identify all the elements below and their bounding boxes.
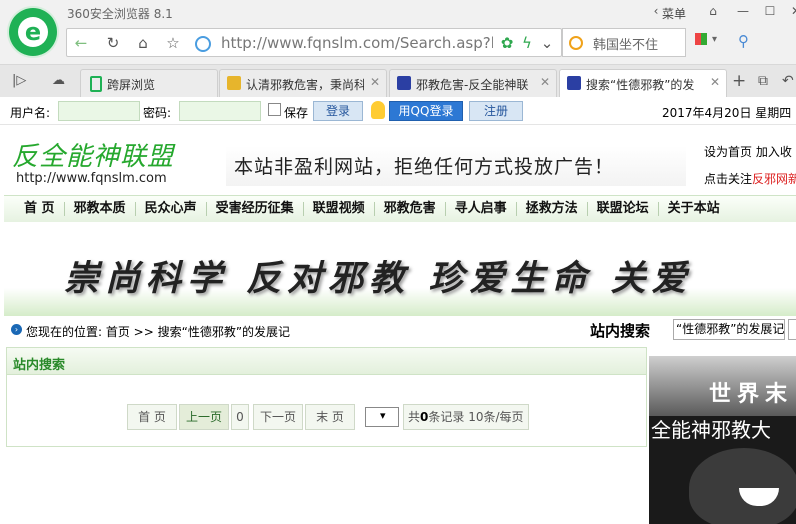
apps-chevron-icon[interactable]: ▾: [712, 34, 717, 45]
nav-public-voice[interactable]: 民众心声: [136, 202, 207, 216]
current-page-number: 0: [231, 404, 249, 430]
tab-close-icon[interactable]: ✕: [710, 75, 720, 89]
login-button[interactable]: 登录: [313, 101, 363, 121]
nav-forum[interactable]: 联盟论坛: [588, 202, 659, 216]
tab-close-icon[interactable]: ✕: [370, 75, 380, 89]
username-label: 用户名:: [10, 106, 51, 120]
new-tab-plus-icon[interactable]: +: [732, 71, 746, 91]
tab-phone-icon: [90, 76, 102, 92]
tab-favicon-icon: [397, 76, 411, 90]
first-page-button[interactable]: 首 页: [127, 404, 177, 430]
qq-penguin-icon[interactable]: [371, 101, 385, 119]
main-nav: 首 页 邪教本质 民众心声 受害经历征集 联盟视频 邪教危害 寻人启事 拯救方法…: [4, 195, 796, 223]
header-banner: 本站非盈利网站，拒绝任何方式投放广告！: [226, 146, 686, 186]
site-security-icon: [195, 36, 211, 52]
username-field[interactable]: [58, 101, 140, 121]
favorite-star-icon[interactable]: ☆: [159, 29, 187, 56]
refresh-icon[interactable]: ↻: [99, 29, 127, 56]
menu-button[interactable]: 菜单: [662, 5, 686, 22]
address-bar[interactable]: ← ↻ ⌂ ☆ http://www.fqnslm.com/Search.asp…: [66, 28, 562, 57]
url-input[interactable]: http://www.fqnslm.com/Search.asp?k: [221, 34, 493, 52]
app-title: 360安全浏览器 8.1: [67, 7, 173, 21]
tab-page-3-active[interactable]: 搜索“性德邪教”的发 ✕: [559, 69, 727, 97]
tab-label: 邪教危害-反全能神联: [416, 78, 529, 92]
site-url: http://www.fqnslm.com: [16, 171, 167, 186]
site-search-label: 站内搜索: [590, 322, 651, 340]
last-page-button[interactable]: 末 页: [305, 404, 355, 430]
follow-link-red[interactable]: 反邪网新: [752, 172, 796, 186]
close-icon[interactable]: ✕: [783, 2, 796, 20]
back-icon[interactable]: ←: [67, 29, 95, 56]
search-results-panel: 站内搜索 首 页 上一页 0 下一页 末 页 ▾ 共0条记录 10条/每页: [6, 347, 647, 447]
ad-title: 世界末: [709, 382, 794, 407]
save-checkbox[interactable]: [268, 103, 281, 116]
next-page-button[interactable]: 下一页: [253, 404, 303, 430]
tab-list-icon[interactable]: ⧉: [758, 73, 768, 89]
tab-bar: |▷ ☁ 跨屏浏览 认清邪教危害，秉尚科 ✕ 邪教危害-反全能神联 ✕ 搜索“性…: [0, 64, 796, 97]
chevron-down-icon: ▾: [380, 409, 386, 422]
tab-favicon-icon: [567, 76, 581, 90]
breadcrumb: 您现在的位置: 首页 >> 搜索“性德邪教”的发展记: [26, 325, 291, 339]
register-button[interactable]: 注册: [469, 101, 523, 121]
chevron-down-icon[interactable]: ⌄: [533, 29, 561, 56]
home-icon[interactable]: ⌂: [129, 29, 157, 56]
slogan-banner: 崇尚科学 反对邪教 珍爱生命 关爱: [4, 222, 796, 316]
location-arrow-icon: ›: [11, 324, 22, 335]
tab-cross-screen[interactable]: 跨屏浏览: [80, 69, 218, 97]
search-engine-icon[interactable]: [569, 36, 583, 50]
nav-cult-nature[interactable]: 邪教本质: [65, 202, 136, 216]
qq-login-button[interactable]: 用QQ登录: [389, 101, 463, 121]
search-input[interactable]: 韩国坐不住: [593, 34, 683, 53]
search-magnifier-icon[interactable]: ⚲: [738, 32, 749, 50]
banner-text: 本站非盈利网站，拒绝任何方式投放广告！: [234, 156, 615, 178]
tab-close-icon[interactable]: ✕: [540, 75, 550, 89]
nav-home[interactable]: 首 页: [4, 202, 65, 216]
record-info: 共0条记录 10条/每页: [403, 404, 529, 430]
panel-header: 站内搜索: [7, 348, 646, 375]
ad-monster-mouth: [739, 488, 779, 506]
sidebar-toggle-icon[interactable]: |▷: [12, 73, 26, 88]
maximize-icon[interactable]: ☐: [757, 2, 783, 20]
login-bar: 用户名: 密码: 保存 登录 用QQ登录 注册 2017年4月20日 星期四: [0, 97, 796, 125]
save-label: 保存: [284, 106, 309, 120]
cloud-icon[interactable]: ☁: [52, 73, 65, 88]
browser-chrome: e 360安全浏览器 8.1 ‹ 菜单 ⌂ — ☐ ✕ ← ↻ ⌂ ☆ http…: [0, 0, 796, 97]
slogan-text: 崇尚科学 反对邪教 珍爱生命 关爱: [64, 258, 693, 299]
page-select[interactable]: ▾: [365, 407, 399, 427]
restore-tab-icon[interactable]: ↶: [782, 73, 794, 89]
apps-grid-icon[interactable]: [695, 33, 707, 45]
password-field[interactable]: [179, 101, 261, 121]
tab-page-2[interactable]: 邪教危害-反全能神联 ✕: [389, 69, 557, 97]
site-search-input[interactable]: “性德邪教”的发展记: [673, 319, 785, 340]
ad-monster-figure: [689, 448, 796, 524]
side-ad-image[interactable]: 世界末 全能神邪教大: [649, 356, 796, 524]
tab-favicon-icon: [227, 76, 241, 90]
ad-subtitle: 全能神邪教大: [651, 418, 771, 442]
record-info-prefix: 共: [408, 410, 421, 424]
nav-rescue-methods[interactable]: 拯救方法: [517, 202, 588, 216]
nav-victim-stories[interactable]: 受害经历征集: [207, 202, 304, 216]
top-links[interactable]: 设为首页 加入收: [704, 143, 792, 160]
password-label: 密码:: [143, 106, 172, 120]
current-date: 2017年4月20日 星期四: [662, 106, 792, 120]
site-search-button[interactable]: [788, 319, 796, 340]
skin-icon[interactable]: ⌂: [700, 2, 726, 20]
follow-prefix: 点击关注: [704, 172, 753, 186]
nav-about[interactable]: 关于本站: [659, 202, 729, 216]
search-box[interactable]: 韩国坐不住: [562, 28, 686, 57]
nav-video[interactable]: 联盟视频: [304, 202, 375, 216]
record-info-suffix: 条记录 10条/每页: [428, 410, 524, 424]
tab-label: 认清邪教危害，秉尚科: [246, 78, 364, 92]
site-logo[interactable]: 反全能神联盟: [12, 136, 174, 173]
tab-label: 搜索“性德邪教”的发: [586, 78, 695, 92]
follow-link[interactable]: 点击关注反邪网新: [704, 170, 796, 187]
nav-cult-harm[interactable]: 邪教危害: [375, 202, 446, 216]
browser-logo-icon[interactable]: e: [9, 8, 57, 56]
tab-page-1[interactable]: 认清邪教危害，秉尚科 ✕: [219, 69, 387, 97]
nav-missing-persons[interactable]: 寻人启事: [446, 202, 517, 216]
tab-label: 跨屏浏览: [107, 78, 156, 92]
prev-page-button[interactable]: 上一页: [179, 404, 229, 430]
minimize-icon[interactable]: —: [730, 2, 756, 20]
panel-title: 站内搜索: [13, 358, 66, 373]
